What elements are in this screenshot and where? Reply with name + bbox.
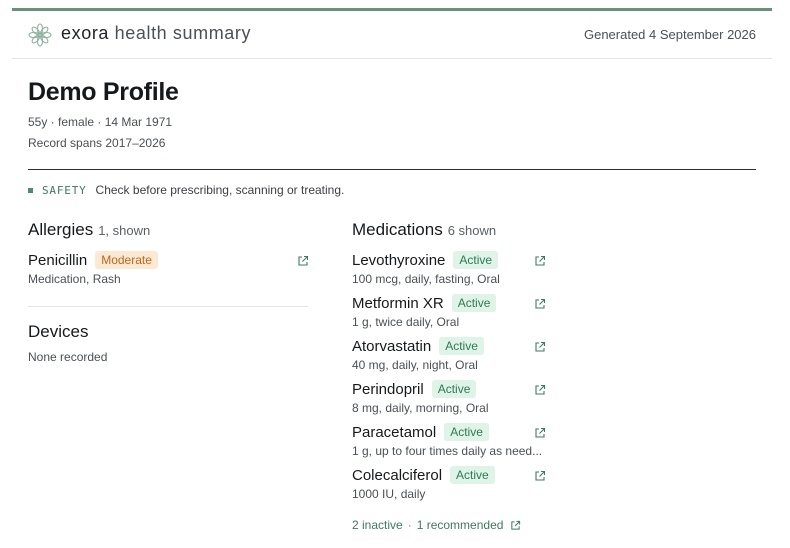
medication-detail: 8 mg, daily, morning, Oral (352, 401, 489, 415)
status-badge: Active (444, 423, 489, 441)
status-badge: Active (451, 294, 497, 312)
profile-name: Demo Profile (28, 78, 179, 106)
status-badge: Active (450, 466, 495, 484)
medication-detail: 1 g, twice daily, Oral (352, 315, 460, 329)
allergies-count: 1, shown (98, 223, 151, 238)
medication-item[interactable]: Perindopril Active (352, 380, 477, 398)
external-link-icon[interactable] (534, 427, 546, 439)
generated-date: Generated 4 September 2026 (583, 27, 756, 42)
medication-detail: 1 g, up to four times daily as need... (352, 444, 543, 458)
medication-name: Metformin XR (352, 294, 444, 312)
status-badge: Active (439, 337, 484, 355)
allergies-title: Allergies (28, 220, 94, 239)
medications-footer-link[interactable]: 2 inactive · 1 recommended (352, 518, 521, 532)
medications-heading: Medications 6 shown (352, 220, 496, 240)
inactive-count[interactable]: 2 inactive (352, 518, 403, 532)
section-divider (28, 169, 756, 170)
status-badge: Active (453, 251, 499, 269)
devices-heading: Devices (28, 322, 88, 342)
brand-subtitle: health summary (114, 23, 252, 43)
external-link-icon[interactable] (534, 298, 546, 310)
record-span: Record spans 2017–2026 (28, 136, 166, 150)
medication-name: Perindopril (352, 380, 424, 398)
medication-detail: 40 mg, daily, night, Oral (352, 358, 478, 372)
external-link-icon[interactable] (510, 520, 521, 531)
allergy-name: Penicillin (28, 251, 88, 269)
medications-title: Medications (352, 220, 443, 239)
profile-meta: 55y · female · 14 Mar 1971 (28, 115, 173, 129)
external-link-icon[interactable] (534, 470, 546, 482)
medication-item[interactable]: Metformin XR Active (352, 294, 497, 312)
external-link-icon[interactable] (534, 341, 546, 353)
brand-name: exora (61, 23, 110, 43)
medication-detail: 1000 IU, daily (352, 487, 426, 501)
medication-name: Atorvastatin (352, 337, 432, 355)
devices-empty: None recorded (28, 350, 108, 364)
external-link-icon[interactable] (297, 255, 309, 267)
devices-title: Devices (28, 322, 89, 341)
flower-logo-icon (28, 23, 52, 47)
medication-name: Paracetamol (352, 423, 437, 441)
medications-count: 6 shown (447, 223, 497, 238)
severity-badge: Moderate (95, 251, 158, 269)
allergy-item[interactable]: Penicillin Moderate (28, 251, 158, 269)
medication-item[interactable]: Atorvastatin Active (352, 337, 484, 355)
safety-marker (28, 187, 33, 193)
status-badge: Active (431, 380, 477, 398)
medication-item[interactable]: Colecalciferol Active (352, 466, 495, 484)
column-divider (28, 306, 308, 307)
medication-name: Levothyroxine (352, 251, 446, 269)
safety-tag: SAFETY (42, 183, 87, 197)
allergy-detail: Medication, Rash (28, 272, 121, 286)
external-link-icon[interactable] (534, 255, 546, 267)
safety-text: Check before prescribing, scanning or tr… (95, 183, 345, 197)
brand-wordmark: exora health summary (61, 23, 251, 44)
recommended-count[interactable]: 1 recommended (417, 518, 504, 532)
external-link-icon[interactable] (534, 384, 546, 396)
safety-notice: SAFETY Check before prescribing, scannin… (28, 183, 344, 197)
medication-name: Colecalciferol (352, 466, 443, 484)
medication-item[interactable]: Levothyroxine Active (352, 251, 499, 269)
medication-item[interactable]: Paracetamol Active (352, 423, 489, 441)
footer-separator: · (407, 518, 412, 532)
allergies-heading: Allergies 1, shown (28, 220, 150, 240)
medication-detail: 100 mcg, daily, fasting, Oral (352, 272, 500, 286)
app-header: exora health summary Generated 4 Septemb… (12, 11, 772, 59)
